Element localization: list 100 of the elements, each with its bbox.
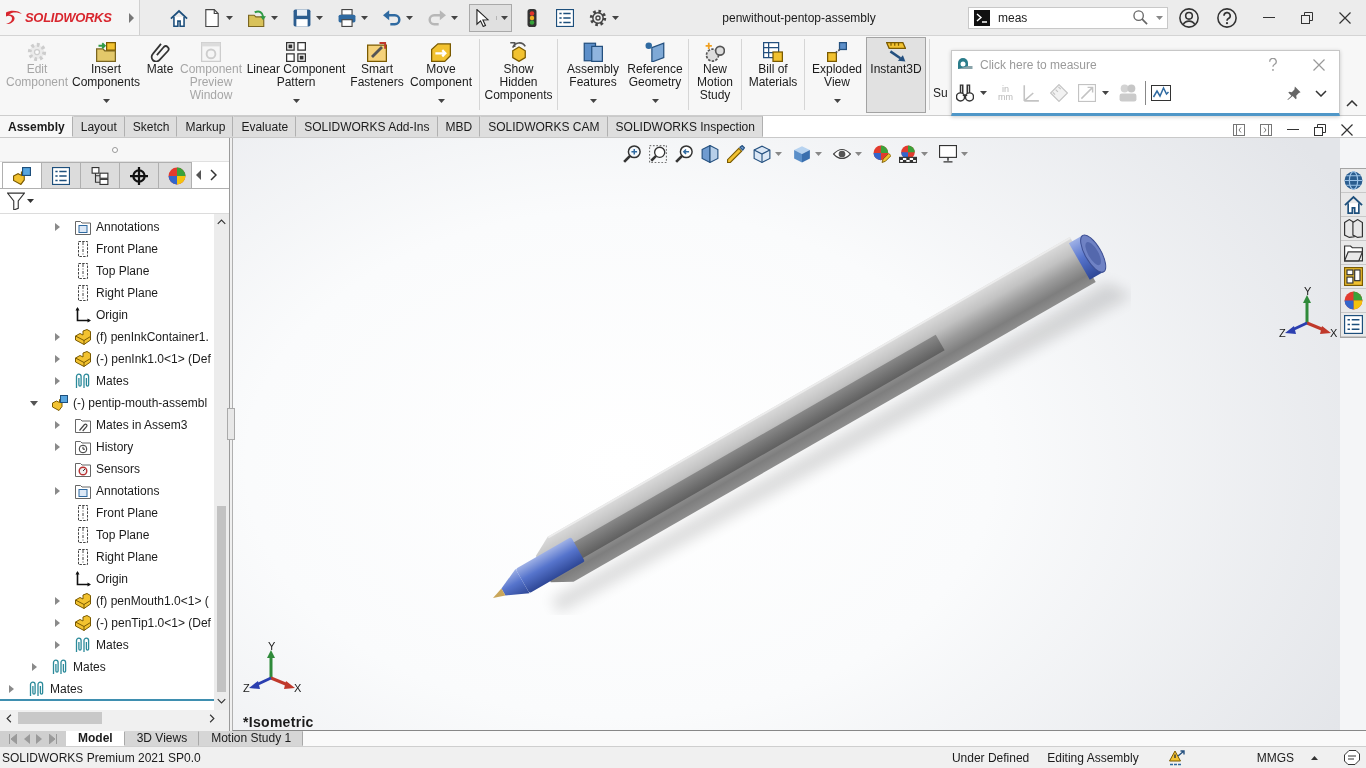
ribbon-button[interactable]: Reference Geometry (625, 37, 685, 113)
scroll-left-icon[interactable] (196, 170, 201, 180)
ruler-arrow-icon[interactable] (886, 42, 906, 62)
assembly-icon[interactable] (13, 166, 31, 185)
tab[interactable]: SOLIDWORKS Inspection (607, 116, 763, 137)
tab[interactable]: Model (66, 731, 125, 746)
table-icon[interactable] (763, 42, 783, 62)
shaded-cube-icon[interactable] (792, 145, 811, 163)
tree-item-label[interactable]: (-) penTip1.0<1> (Def (96, 616, 211, 630)
caret-icon[interactable] (651, 99, 659, 103)
collapsed-arrow-icon[interactable] (54, 421, 60, 429)
gears-icon[interactable] (705, 42, 725, 62)
settings-icon[interactable] (589, 8, 607, 27)
panel-tab[interactable] (2, 162, 42, 188)
stacked-blocks-icon[interactable] (583, 42, 603, 62)
color-ball-checker-icon[interactable] (898, 145, 917, 163)
save-icon[interactable] (293, 8, 311, 27)
filter-icon[interactable] (7, 192, 25, 210)
square-slash-icon[interactable] (367, 42, 387, 62)
ribbon-button[interactable]: Mate (142, 37, 178, 113)
tree-item-label[interactable]: (-) penInk1.0<1> (Def (96, 352, 211, 366)
list-icon[interactable] (1344, 315, 1363, 334)
octagon-icon[interactable] (1344, 750, 1360, 765)
open-folder-icon[interactable] (248, 8, 266, 27)
collapsed-arrow-icon[interactable] (54, 443, 60, 451)
collapsed-arrow-icon[interactable] (31, 663, 37, 671)
ribbon-button[interactable]: Smart Fasteners (348, 37, 406, 113)
home-icon[interactable] (1344, 195, 1363, 214)
tab[interactable]: SOLIDWORKS CAM (480, 116, 608, 137)
warning-arrow-icon[interactable] (1168, 749, 1185, 766)
view-cube-icon[interactable] (752, 145, 771, 163)
open-book-icon[interactable] (1344, 219, 1363, 238)
tree-item-label[interactable]: Mates (73, 660, 106, 674)
plane-point-icon[interactable] (645, 42, 665, 62)
tab[interactable]: Evaluate (233, 116, 297, 137)
tree-item-label[interactable]: (-) pentip-mouth-assembl (73, 396, 208, 410)
caret-icon[interactable] (271, 15, 278, 20)
list-icon[interactable] (52, 166, 70, 185)
tree-item-label[interactable]: Sensors (96, 462, 141, 476)
units-system[interactable]: MMGS (1256, 750, 1294, 765)
collapsed-arrow-icon[interactable] (54, 223, 60, 231)
hexagon-arrow-icon[interactable] (508, 42, 529, 62)
tree-item-label[interactable]: Mates (50, 682, 83, 696)
vertical-scrollbar[interactable] (214, 214, 229, 710)
line-chart-icon[interactable] (1151, 85, 1171, 101)
pencil-icon[interactable] (726, 145, 745, 163)
splitter-grip-icon[interactable] (111, 146, 118, 153)
tab[interactable]: SOLIDWORKS Add-Ins (296, 116, 438, 137)
tree-item-label[interactable]: Mates in Assem3 (96, 418, 188, 432)
section-view-icon[interactable] (700, 145, 719, 163)
caret-icon[interactable] (980, 91, 987, 95)
tree-structure-icon[interactable] (91, 166, 109, 185)
color-ball-icon[interactable] (168, 166, 186, 185)
folder-icon[interactable] (1344, 243, 1363, 262)
zoom-fit-icon[interactable] (622, 145, 641, 163)
horizontal-scrollbar[interactable] (0, 710, 229, 726)
panel-tab[interactable] (80, 162, 120, 188)
home-icon[interactable] (170, 8, 188, 27)
block-arrow-icon[interactable] (431, 42, 451, 62)
panel-tab[interactable] (41, 162, 81, 188)
help-icon[interactable] (1217, 7, 1237, 28)
tab[interactable]: Sketch (124, 116, 178, 137)
collapsed-arrow-icon[interactable] (54, 355, 60, 363)
ribbon-button[interactable]: Show Hidden Components (483, 37, 554, 113)
collapsed-arrow-icon[interactable] (54, 333, 60, 341)
binoculars-icon[interactable] (956, 84, 974, 102)
scrollbar-thumb[interactable] (18, 712, 102, 724)
close-icon[interactable] (1341, 123, 1353, 136)
tree-item-label[interactable]: Origin (96, 308, 128, 322)
collapsed-arrow-icon[interactable] (54, 377, 60, 385)
panel-collapse-handle[interactable] (227, 408, 235, 440)
tab[interactable]: Assembly (0, 116, 73, 137)
caret-icon[interactable] (27, 199, 34, 203)
panel-tab[interactable] (119, 162, 159, 188)
caret-icon[interactable] (406, 15, 413, 20)
square-grid-icon[interactable] (286, 42, 306, 62)
caret-icon[interactable] (102, 99, 110, 103)
caret-icon[interactable] (226, 15, 233, 20)
scroll-down-icon[interactable] (217, 698, 226, 704)
tree-item-label[interactable]: Front Plane (96, 242, 159, 256)
tree-item-label[interactable]: Front Plane (96, 506, 159, 520)
user-icon[interactable] (1179, 7, 1199, 28)
tab[interactable]: Layout (72, 116, 125, 137)
ribbon-button[interactable]: Bill of Materials (745, 37, 801, 113)
caret-icon[interactable] (833, 99, 841, 103)
caret-icon[interactable] (589, 99, 597, 103)
scroll-right-icon[interactable] (209, 713, 215, 723)
caret-icon[interactable] (496, 15, 508, 20)
tree-item-label[interactable]: History (96, 440, 134, 454)
collapsed-arrow-icon[interactable] (54, 641, 60, 649)
ribbon-button[interactable]: New Motion Study (692, 37, 738, 113)
tree-item-label[interactable]: Annotations (96, 484, 160, 498)
caret-icon[interactable] (437, 99, 445, 103)
tree-item-label[interactable]: Top Plane (96, 528, 150, 542)
caret-icon[interactable] (316, 15, 323, 20)
close-icon[interactable] (1339, 11, 1351, 24)
tree-item-label[interactable]: (f) penMouth1.0<1> ( (96, 594, 209, 608)
ribbon-button[interactable]: Move Component (406, 37, 476, 113)
list-icon[interactable] (556, 8, 574, 27)
chevron-right-icon[interactable] (210, 169, 217, 181)
